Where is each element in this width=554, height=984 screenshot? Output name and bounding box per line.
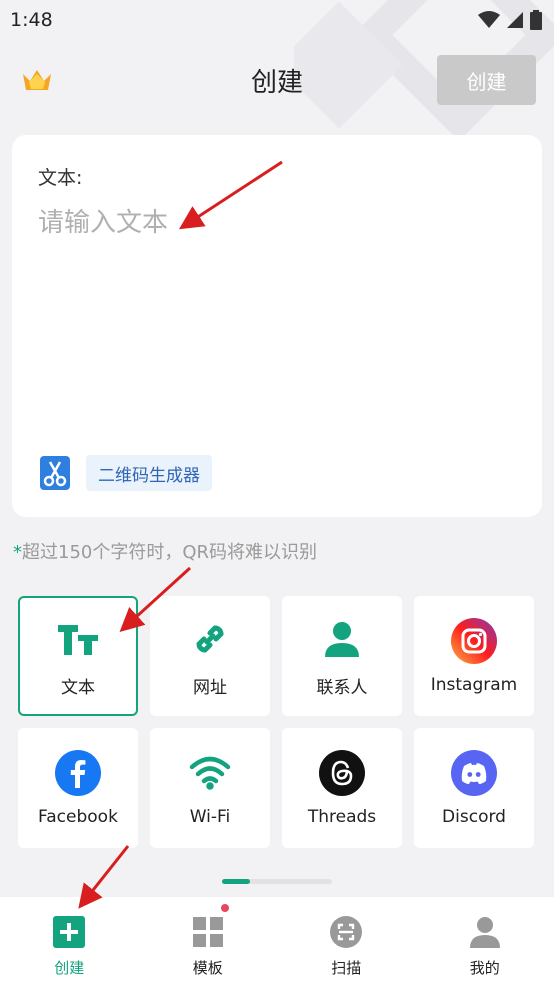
warning-text: 超过150个字符时，QR码将难以识别	[22, 542, 318, 563]
scan-icon	[330, 916, 363, 948]
page-indicator-fill	[222, 879, 250, 884]
instagram-icon	[450, 617, 498, 665]
notification-dot	[220, 904, 229, 912]
type-label: Discord	[442, 807, 506, 827]
type-label: Wi-Fi	[189, 807, 231, 827]
length-warning: *超过150个字符时，QR码将难以识别	[13, 538, 317, 564]
battery-icon	[530, 10, 542, 30]
scissors-clip-icon[interactable]	[40, 456, 70, 490]
qr-generator-tag[interactable]: 二维码生成器	[86, 455, 212, 491]
nav-label: 扫描	[331, 959, 362, 977]
header: 创建 创建	[0, 48, 554, 112]
profile-icon	[469, 917, 500, 948]
create-button[interactable]: 创建	[437, 55, 536, 105]
nav-item-templates[interactable]: 模板	[139, 897, 278, 984]
type-label: 文本	[61, 677, 95, 698]
nav-label: 创建	[54, 959, 85, 977]
text-input[interactable]	[38, 203, 518, 243]
link-icon	[186, 615, 234, 663]
status-bar: 1:48	[0, 0, 554, 40]
type-label: 联系人	[316, 677, 368, 698]
type-tile-facebook[interactable]: Facebook	[18, 728, 138, 848]
page-title: 创建	[250, 67, 303, 98]
type-label: 网址	[193, 677, 227, 698]
text-tt-icon	[54, 615, 102, 663]
type-tile-text[interactable]: 文本	[18, 596, 138, 716]
plus-square-icon	[53, 916, 86, 948]
discord-icon	[450, 749, 498, 797]
status-time: 1:48	[10, 9, 53, 31]
bottom-nav: 创建 模板 扫描 我的	[0, 897, 554, 984]
status-icons	[478, 10, 542, 30]
nav-label: 模板	[192, 959, 223, 977]
type-tile-instagram[interactable]: Instagram	[414, 596, 534, 716]
type-tile-discord[interactable]: Discord	[414, 728, 534, 848]
warning-star: *	[13, 542, 22, 563]
type-tile-contact[interactable]: 联系人	[282, 596, 402, 716]
nav-item-create[interactable]: 创建	[0, 897, 139, 984]
wifi-signal-icon	[478, 11, 500, 28]
crown-vip-icon[interactable]	[20, 64, 54, 94]
text-field-label: 文本:	[38, 167, 83, 189]
type-tile-threads[interactable]: Threads	[282, 728, 402, 848]
type-label: Instagram	[430, 675, 518, 695]
facebook-icon	[54, 749, 102, 797]
nav-label: 我的	[469, 959, 500, 977]
type-tile-wifi[interactable]: Wi-Fi	[150, 728, 270, 848]
type-label: Facebook	[38, 807, 118, 827]
contact-person-icon	[318, 615, 366, 663]
template-grid-icon	[192, 917, 223, 947]
page-indicator	[222, 879, 332, 884]
type-label: Threads	[307, 807, 377, 827]
annotation-arrow-create-tab	[78, 845, 130, 909]
text-input-card: 文本: 二维码生成器	[12, 135, 542, 517]
nav-item-profile[interactable]: 我的	[416, 897, 554, 984]
nav-item-scan[interactable]: 扫描	[277, 897, 416, 984]
wifi-icon	[186, 749, 234, 797]
threads-icon	[318, 749, 366, 797]
qr-type-grid: 文本 网址 联系人 Instagram Facebook Wi-Fi Threa…	[18, 596, 538, 848]
type-tile-url[interactable]: 网址	[150, 596, 270, 716]
cell-signal-icon	[507, 12, 523, 28]
